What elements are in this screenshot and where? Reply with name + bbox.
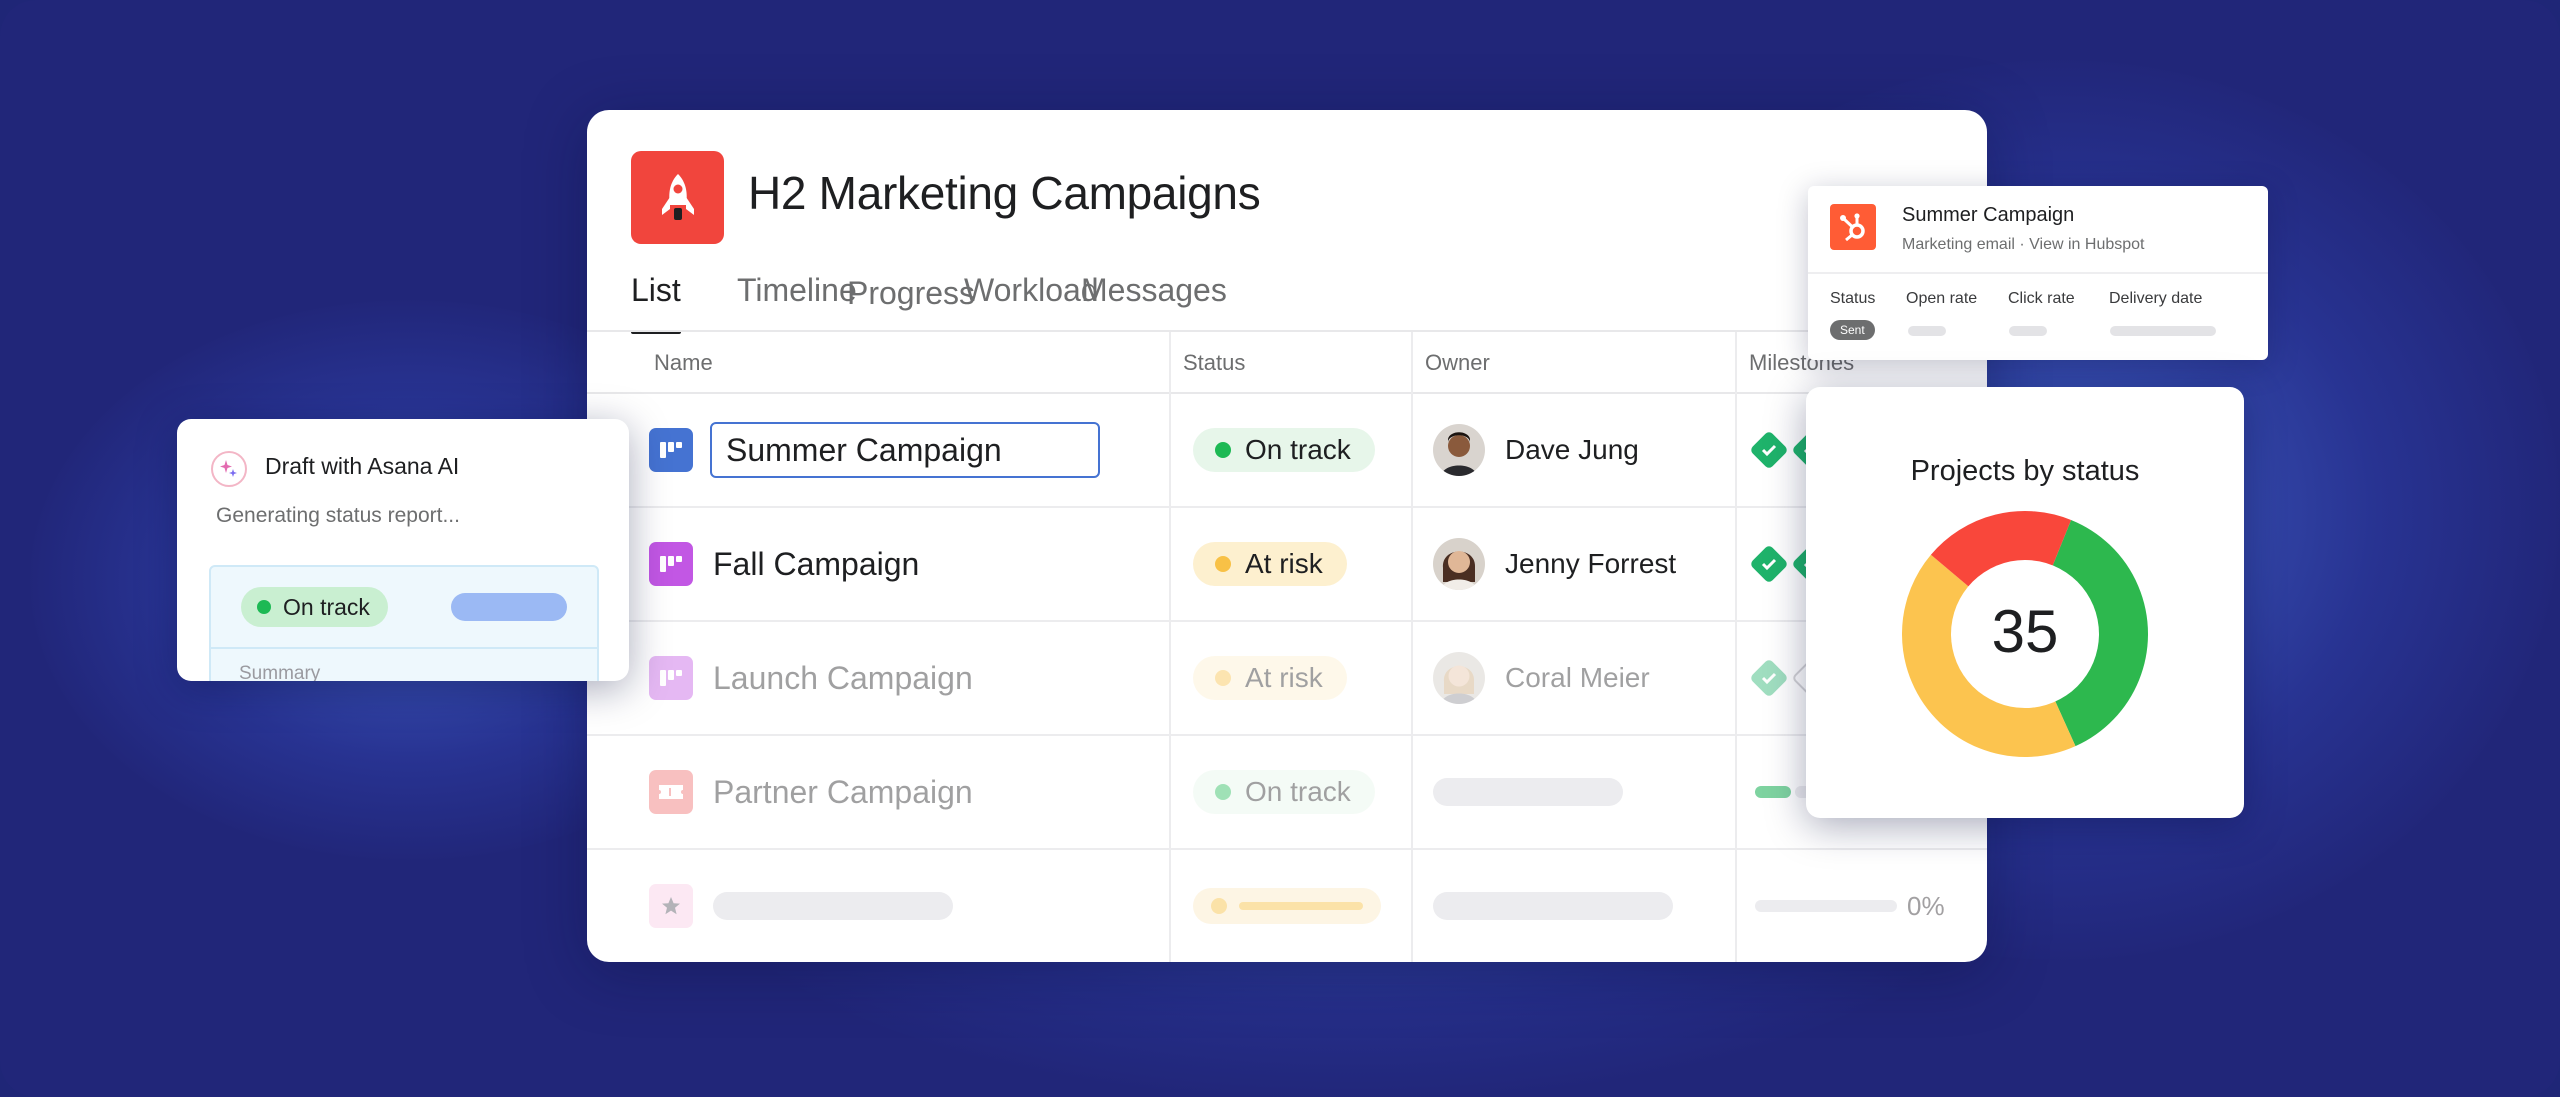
hubspot-card[interactable]: Summer Campaign Marketing email · View i… (1808, 186, 2268, 360)
status-dot (1215, 784, 1231, 800)
value-placeholder (1908, 326, 1946, 336)
status-label: At risk (1245, 548, 1323, 579)
milestone-progress-track (1755, 900, 1897, 912)
task-name[interactable]: Partner Campaign (713, 774, 973, 811)
table-header: Name Status Owner Milestones (587, 332, 1987, 394)
ticket-icon (649, 770, 693, 814)
task-name[interactable]: Launch Campaign (713, 660, 973, 697)
hubspot-col-delivery-date: Delivery date (2109, 290, 2203, 307)
status-dot (257, 600, 271, 614)
value-placeholder (2009, 326, 2047, 336)
ai-card-subtitle: Generating status report... (216, 504, 460, 527)
owner-name: Jenny Forrest (1505, 548, 1677, 579)
avatar[interactable] (1433, 424, 1485, 476)
owner-placeholder (1433, 892, 1673, 920)
owner-name: Dave Jung (1505, 434, 1639, 465)
owner-name: Coral Meier (1505, 662, 1650, 693)
board-icon (649, 542, 693, 586)
ai-draft-card[interactable]: Draft with Asana AI Generating status re… (177, 419, 629, 681)
milestone-complete-icon (1749, 544, 1789, 584)
project-window: H2 Marketing Campaigns List Timeline Pro… (587, 110, 1987, 962)
star-icon (649, 884, 693, 928)
milestone-progress-bar (1755, 786, 1791, 798)
chart-total: 35 (1991, 598, 2059, 665)
task-name[interactable]: Fall Campaign (713, 546, 919, 583)
status-placeholder (1193, 888, 1381, 924)
ai-status-preview: On track Summary (209, 565, 599, 681)
hubspot-col-status: Status (1830, 290, 1876, 307)
rocket-icon[interactable] (631, 151, 724, 244)
status-badge: Sent (1830, 320, 1875, 340)
column-header-owner[interactable]: Owner (1413, 332, 1490, 394)
status-badge[interactable]: At risk (1193, 656, 1347, 700)
task-name-placeholder (713, 892, 953, 920)
task-name-input[interactable]: Summer Campaign (710, 422, 1100, 478)
table-row[interactable]: Summer Campaign On track Dave Jung (587, 394, 1987, 508)
divider (211, 647, 597, 649)
tab-timeline[interactable]: Timeline (737, 272, 857, 309)
background: H2 Marketing Campaigns List Timeline Pro… (0, 0, 2560, 1097)
value-placeholder (2110, 326, 2216, 336)
tab-messages[interactable]: Messages (1081, 272, 1227, 309)
status-badge[interactable]: At risk (1193, 542, 1347, 586)
tab-progress[interactable]: Progress (847, 275, 975, 312)
status-label: On track (1245, 776, 1351, 807)
tab-workload[interactable]: Workload (964, 272, 1099, 309)
board-icon (649, 428, 693, 472)
avatar[interactable] (1433, 538, 1485, 590)
column-header-name[interactable]: Name (642, 332, 713, 394)
status-dot (1215, 556, 1231, 572)
loading-bar (451, 593, 567, 621)
projects-by-status-card: Projects by status 35 (1806, 387, 2244, 818)
sparkle-icon (211, 451, 247, 487)
status-dot (1215, 670, 1231, 686)
table-row[interactable]: Fall Campaign At risk Jenny Forrest (587, 508, 1987, 622)
status-label: At risk (1245, 662, 1323, 693)
summary-label: Summary (239, 663, 321, 681)
status-label: On track (283, 593, 370, 620)
milestone-progress-label: 0% (1907, 890, 1945, 921)
status-badge[interactable]: On track (1193, 428, 1375, 472)
avatar[interactable] (1433, 652, 1485, 704)
table-row[interactable]: Launch Campaign At risk Coral Meier (587, 622, 1987, 736)
status-label: On track (1245, 434, 1351, 465)
hubspot-icon (1830, 204, 1876, 250)
divider (1808, 272, 2268, 274)
status-badge[interactable]: On track (241, 587, 388, 627)
ai-card-title: Draft with Asana AI (265, 453, 460, 479)
hubspot-col-click-rate: Click rate (2008, 290, 2075, 307)
table-row[interactable]: 0% (587, 850, 1987, 962)
board-icon (649, 656, 693, 700)
hubspot-col-open-rate: Open rate (1906, 290, 1978, 307)
column-header-status[interactable]: Status (1171, 332, 1245, 394)
tab-list[interactable]: List (631, 272, 681, 334)
status-dot (1215, 442, 1231, 458)
page-title: H2 Marketing Campaigns (748, 167, 1261, 219)
milestone-complete-icon (1749, 658, 1789, 698)
hubspot-subtitle[interactable]: Marketing email · View in Hubspot (1902, 236, 2144, 254)
table-row[interactable]: Partner Campaign On track (587, 736, 1987, 850)
milestone-complete-icon (1749, 430, 1789, 470)
status-badge[interactable]: On track (1193, 770, 1375, 814)
owner-placeholder (1433, 778, 1623, 806)
hubspot-title: Summer Campaign (1902, 204, 2075, 226)
